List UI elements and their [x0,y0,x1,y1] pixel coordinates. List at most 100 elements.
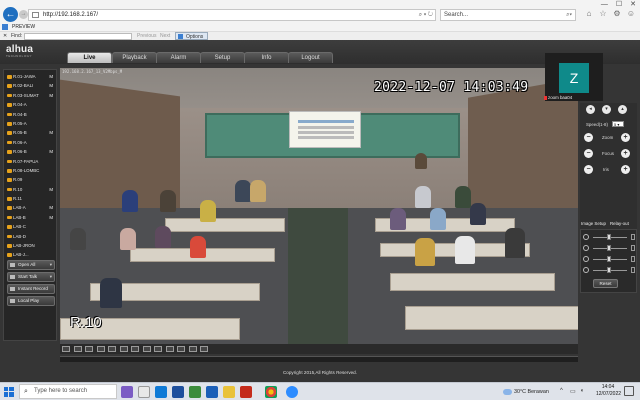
layout-button[interactable] [108,346,116,352]
address-tools-icon[interactable]: ⌕ ▾ ↻ [419,10,433,20]
close-window-icon[interactable]: ✕ [630,1,636,8]
chrome-icon[interactable] [265,386,277,400]
file-explorer-icon[interactable] [223,386,235,398]
hue-slider[interactable] [583,266,635,274]
channel-item[interactable]: R.06-A [4,138,56,147]
iris-plus-button[interactable]: + [621,165,630,174]
layout-button[interactable] [96,346,105,352]
edge-icon[interactable] [155,386,167,398]
iris-minus-button[interactable]: − [584,165,593,174]
chevron-up-icon[interactable]: ^ [560,388,563,394]
channel-item[interactable]: R.11 [4,194,56,203]
browser-tab[interactable]: PREVIEW [0,23,100,31]
forward-button[interactable]: → [19,10,28,19]
notification-icon[interactable] [624,386,634,396]
find-next-button[interactable]: Next [160,32,170,40]
tab-info[interactable]: Info [244,52,289,63]
tab-alarm[interactable]: Alarm [156,52,201,63]
zoom-icon[interactable] [286,386,298,400]
home-icon[interactable]: ⌂ [584,9,594,19]
app-icon[interactable] [240,386,252,398]
layout-button[interactable] [62,346,70,352]
channel-item[interactable]: R.10 M [4,185,56,194]
layout-button[interactable] [131,346,139,352]
slider-knob[interactable] [607,267,611,273]
find-input[interactable] [24,33,132,40]
focus-minus-button[interactable]: − [584,149,593,158]
channel-item[interactable]: R.06-B M [4,147,56,156]
channel-item[interactable]: LAB-A M [4,203,56,212]
open-all-button[interactable]: Open All ▾ [7,260,55,270]
network-icon[interactable]: ▭ [570,388,576,395]
channel-item[interactable]: LAB-JRON [4,241,56,250]
maximize-icon[interactable]: ☐ [616,1,622,8]
live-video-feed[interactable]: 192.168.2.167_13_V2Mbps_M 2022-12-07 14:… [60,68,578,344]
tab-playback[interactable]: Playback [112,52,157,63]
gear-icon[interactable]: ⚙ [612,9,622,19]
brightness-slider[interactable] [583,233,635,241]
windows-start-icon[interactable] [4,387,14,397]
layout-button[interactable] [142,346,151,352]
system-clock[interactable]: 14:04 12/07/2022 [596,384,621,398]
app-icon[interactable] [172,386,184,398]
channel-item[interactable]: LAB-B M [4,213,56,222]
app-icon[interactable] [121,386,133,398]
channel-item[interactable]: R.07-PAPUA [4,157,56,166]
task-view-icon[interactable] [138,386,150,398]
channel-item[interactable]: R.05-B M [4,128,56,137]
tab-relay-out[interactable]: Relay-out [610,221,629,226]
find-previous-button[interactable]: Previous [137,32,156,40]
channel-item[interactable]: R.03-SUMAT M [4,91,56,100]
layout-button[interactable] [154,346,162,352]
instant-record-button[interactable]: Instant Record [7,284,55,294]
find-close-icon[interactable]: ✕ [3,32,7,40]
ptz-up-icon[interactable]: ▴ [618,105,627,114]
slider-knob[interactable] [607,234,611,240]
slider-knob[interactable] [607,245,611,251]
minimize-icon[interactable]: — [601,1,608,8]
ptz-down-icon[interactable]: ▾ [602,105,611,114]
browser-search-input[interactable]: Search... ⌕▾ [440,9,576,21]
address-bar[interactable]: http://192.168.2.167/ ⌕ ▾ ↻ [28,9,436,21]
layout-button[interactable] [177,346,185,352]
saturation-slider[interactable] [583,255,635,263]
taskbar-search-input[interactable]: ⌕ Type here to search [19,384,117,399]
smiley-icon[interactable]: ☺ [626,9,636,19]
find-options-button[interactable]: Options [175,32,209,40]
local-play-button[interactable]: Local Play [7,296,55,306]
layout-button[interactable] [165,346,174,352]
zoom-in-button[interactable]: + [621,133,630,142]
channel-item[interactable]: R.04-B [4,110,56,119]
layout-button[interactable] [73,346,82,352]
volume-icon[interactable]: ◖ [580,388,584,394]
tab-image-setup[interactable]: Image Setup [581,221,606,226]
channel-item[interactable]: R.09 [4,175,56,184]
tab-logout[interactable]: Logout [288,52,333,63]
weather-widget[interactable]: 30°C Berawan [503,386,549,398]
reset-button[interactable]: Reset [593,279,618,288]
back-button[interactable]: ← [3,7,18,22]
channel-item[interactable]: R.05-A [4,119,56,128]
channel-item[interactable]: LAB-C [4,222,56,231]
channel-item[interactable]: LAB-D [4,232,56,241]
start-talk-button[interactable]: Start Talk ▾ [7,272,55,282]
slider-knob[interactable] [607,256,611,262]
tab-setup[interactable]: Setup [200,52,245,63]
channel-item[interactable]: R.02-BALI M [4,81,56,90]
focus-plus-button[interactable]: + [621,149,630,158]
search-icon[interactable]: ⌕▾ [566,10,572,20]
tab-live[interactable]: Live [67,52,112,63]
channel-item[interactable]: R.08-LOMBC [4,166,56,175]
contrast-slider[interactable] [583,244,635,252]
channel-item[interactable]: R.01-JAWA M [4,72,56,81]
layout-button[interactable] [85,346,93,352]
app-icon[interactable] [189,386,201,398]
speed-select[interactable]: 5 ▾ [612,121,624,127]
channel-item[interactable]: R.04-A [4,100,56,109]
zoom-out-button[interactable]: − [584,133,593,142]
word-icon[interactable] [206,386,218,398]
layout-button[interactable] [200,346,208,352]
ptz-left-icon[interactable]: ◂ [586,105,595,114]
channel-item[interactable]: LAB-J... [4,250,56,259]
star-icon[interactable]: ☆ [598,9,608,19]
